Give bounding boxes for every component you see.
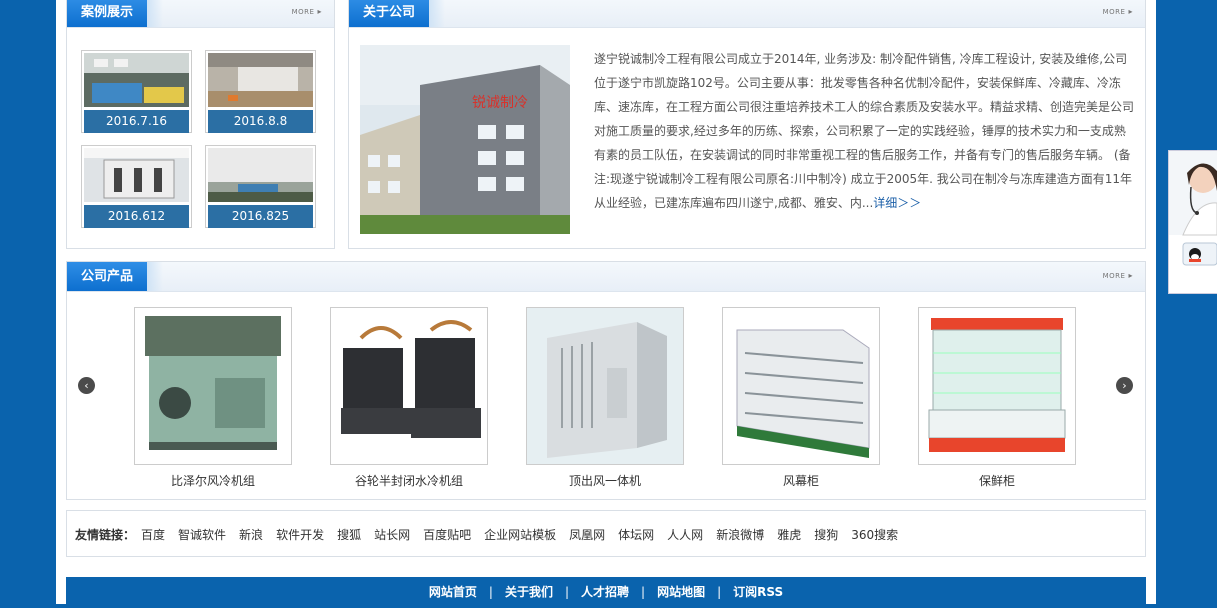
building-sign: 锐诚制冷 <box>472 95 528 111</box>
products-header: 公司产品 MORE <box>67 262 1145 292</box>
product-item[interactable]: 风幕柜 <box>722 307 880 489</box>
case-photo <box>208 148 313 202</box>
cases-panel: 案例展示 MORE 2016.7.16 2016.8.8 <box>66 0 335 249</box>
about-text: 遂宁锐诚制冷工程有限公司成立于2014年, 业务涉及: 制冷配件销售, 冷库工程… <box>594 52 1135 210</box>
friend-link[interactable]: 凤凰网 <box>569 528 605 542</box>
footer-separator: | <box>717 585 722 599</box>
carousel-prev-button[interactable]: ‹ <box>78 377 95 394</box>
carousel-next-button[interactable]: › <box>1116 377 1133 394</box>
case-photo <box>84 148 189 202</box>
product-name: 风幕柜 <box>782 474 819 488</box>
company-building-photo: 锐诚制冷 <box>360 45 570 234</box>
about-description: 遂宁锐诚制冷工程有限公司成立于2014年, 业务涉及: 制冷配件销售, 冷库工程… <box>594 47 1134 215</box>
footer-link-home[interactable]: 网站首页 <box>429 585 477 599</box>
products-more-link[interactable]: MORE <box>1103 271 1133 280</box>
friend-link[interactable]: 智诚软件 <box>178 528 226 542</box>
customer-service-avatar <box>1169 151 1217 293</box>
friend-link[interactable]: 360搜索 <box>851 528 898 542</box>
product-image <box>526 307 684 465</box>
case-item[interactable]: 2016.8.8 <box>205 50 316 133</box>
friend-links-label: 友情链接： <box>75 528 136 542</box>
footer-nav: 网站首页 | 关于我们 | 人才招聘 | 网站地图 | 订阅RSS <box>66 577 1146 604</box>
product-image <box>918 307 1076 465</box>
page-container: 案例展示 MORE 2016.7.16 2016.8.8 <box>56 0 1156 604</box>
friend-link[interactable]: 雅虎 <box>777 528 801 542</box>
friend-link[interactable]: 搜狗 <box>814 528 838 542</box>
case-caption: 2016.7.16 <box>84 110 189 133</box>
friend-link[interactable]: 百度 <box>141 528 165 542</box>
footer-link-about[interactable]: 关于我们 <box>505 585 553 599</box>
case-photo <box>84 53 189 107</box>
product-name: 比泽尔风冷机组 <box>170 474 255 488</box>
about-more-link[interactable]: MORE <box>1103 7 1133 16</box>
friend-links-panel: 友情链接： 百度 智诚软件 新浪 软件开发 搜狐 站长网 百度贴吧 企业网站模板 凤凰网 体坛网 人人… <box>66 510 1146 557</box>
friend-link[interactable]: 人人网 <box>667 528 703 542</box>
about-header: 关于公司 MORE <box>349 0 1145 28</box>
case-photo <box>208 53 313 107</box>
friend-links: 友情链接： 百度 智诚软件 新浪 软件开发 搜狐 站长网 百度贴吧 企业网站模板 凤凰网 体坛网 人人… <box>75 526 911 543</box>
products-panel: 公司产品 MORE ‹ › 比泽尔风冷机组 <box>66 261 1146 500</box>
product-item[interactable]: 顶出风一体机 <box>526 307 684 489</box>
friend-link[interactable]: 百度贴吧 <box>423 528 471 542</box>
product-image <box>134 307 292 465</box>
friend-link[interactable]: 新浪 <box>239 528 263 542</box>
product-image <box>330 307 488 465</box>
product-item[interactable]: 比泽尔风冷机组 <box>134 307 292 489</box>
footer-link-sitemap[interactable]: 网站地图 <box>657 585 705 599</box>
friend-link[interactable]: 体坛网 <box>618 528 654 542</box>
friend-link[interactable]: 搜狐 <box>337 528 361 542</box>
case-item[interactable]: 2016.825 <box>205 145 316 228</box>
customer-service-widget[interactable] <box>1168 150 1217 294</box>
about-title: 关于公司 <box>349 0 446 27</box>
footer-link-rss[interactable]: 订阅RSS <box>733 585 783 599</box>
about-detail-link[interactable]: 详细＞＞ <box>873 196 921 210</box>
case-item[interactable]: 2016.612 <box>81 145 192 228</box>
case-item[interactable]: 2016.7.16 <box>81 50 192 133</box>
product-image <box>722 307 880 465</box>
friend-link[interactable]: 站长网 <box>374 528 410 542</box>
product-item[interactable]: 保鲜柜 <box>918 307 1076 489</box>
cases-header: 案例展示 MORE <box>67 0 334 28</box>
cases-title: 案例展示 <box>67 0 164 27</box>
product-name: 顶出风一体机 <box>568 474 641 488</box>
friend-link[interactable]: 软件开发 <box>276 528 324 542</box>
products-title: 公司产品 <box>67 262 164 291</box>
footer-separator: | <box>564 585 569 599</box>
friend-link[interactable]: 企业网站模板 <box>484 528 556 542</box>
footer-link-jobs[interactable]: 人才招聘 <box>581 585 629 599</box>
footer-separator: | <box>641 585 646 599</box>
case-caption: 2016.612 <box>84 205 189 228</box>
product-name: 谷轮半封闭水冷机组 <box>354 474 463 488</box>
footer-separator: | <box>488 585 493 599</box>
friend-link[interactable]: 新浪微博 <box>716 528 764 542</box>
product-name: 保鲜柜 <box>978 474 1015 488</box>
cases-more-link[interactable]: MORE <box>292 7 322 16</box>
about-panel: 关于公司 MORE 锐诚制冷 遂宁锐诚制冷工程有限公司成立于2014年, 业务涉… <box>348 0 1146 249</box>
product-item[interactable]: 谷轮半封闭水冷机组 <box>330 307 488 489</box>
case-caption: 2016.825 <box>208 205 313 228</box>
case-caption: 2016.8.8 <box>208 110 313 133</box>
